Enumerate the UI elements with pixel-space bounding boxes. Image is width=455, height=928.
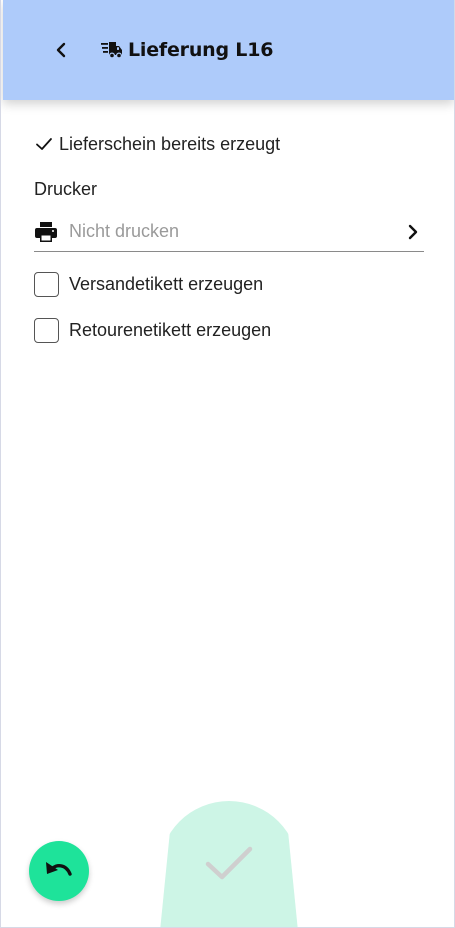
shipping-label-text: Versandetikett erzeugen: [69, 274, 264, 294]
back-button[interactable]: [47, 36, 75, 64]
undo-icon: [46, 862, 72, 876]
fast-delivery-truck-icon: [101, 40, 123, 60]
undo-button[interactable]: [29, 841, 89, 901]
header-title-group: Lieferung L16: [101, 36, 273, 64]
shipping-label-checkbox[interactable]: [34, 272, 59, 297]
return-label-text: Retourenetikett erzeugen: [69, 320, 272, 340]
return-label-checkbox[interactable]: [34, 318, 59, 343]
printer-label: Drucker: [34, 179, 98, 199]
app-header: Lieferung L16: [3, 0, 454, 100]
check-icon: [205, 846, 253, 880]
page-title: Lieferung L16: [128, 39, 274, 61]
shipping-label-option[interactable]: Versandetikett erzeugen: [34, 272, 263, 297]
chevron-right-icon: [408, 224, 418, 239]
delivery-note-status: Lieferschein bereits erzeugt: [35, 132, 280, 156]
chevron-left-icon: [56, 42, 66, 58]
printer-placeholder: Nicht drucken: [69, 221, 180, 241]
status-text: Lieferschein bereits erzeugt: [59, 133, 281, 154]
printer-icon: [35, 221, 57, 242]
check-icon: [36, 138, 52, 150]
return-label-option[interactable]: Retourenetikett erzeugen: [34, 318, 271, 343]
app-frame: Lieferung L16 Lieferschein bereits erzeu…: [0, 0, 455, 928]
confirm-button[interactable]: [159, 801, 299, 927]
printer-select[interactable]: Nicht drucken: [34, 212, 424, 252]
